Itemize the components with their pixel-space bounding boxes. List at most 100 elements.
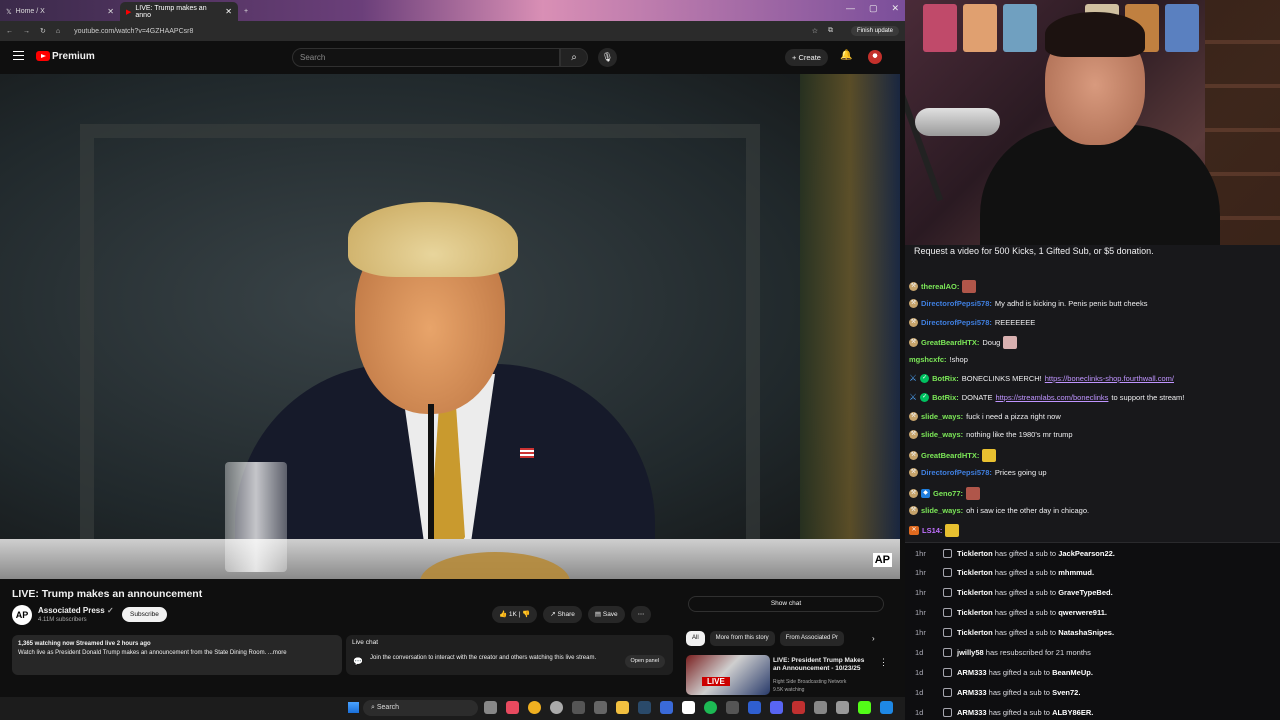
chat-username[interactable]: slide_ways:	[921, 430, 963, 439]
share-button[interactable]: ↗ Share	[543, 606, 582, 623]
chat-username[interactable]: therealAO:	[921, 282, 959, 291]
app-icon[interactable]	[660, 701, 673, 714]
create-button[interactable]: + Create	[785, 49, 828, 66]
chat-username[interactable]: mgshcxfc:	[909, 355, 947, 364]
reload-icon[interactable]: ↻	[40, 27, 46, 35]
address-bar: ← → ↻ ⌂ youtube.com/watch?v=4GZHAAPCsr8 …	[0, 21, 905, 41]
chat-username[interactable]: Geno77:	[933, 489, 963, 498]
app-icon[interactable]	[836, 701, 849, 714]
gift-icon	[943, 608, 952, 618]
verified-icon: ✓	[106, 606, 114, 615]
thumbs-down-icon[interactable]: 👎	[522, 611, 530, 618]
search-icon[interactable]: ⌕	[560, 48, 588, 67]
open-panel-button[interactable]: Open panel	[624, 655, 665, 668]
chat-username[interactable]: slide_ways:	[921, 506, 963, 515]
close-tab-icon[interactable]: ✕	[225, 7, 232, 16]
emote-icon	[962, 280, 977, 293]
kick-icon[interactable]	[858, 701, 871, 714]
chat-message: ⚔ ✓ BotRix: DONATE https://streamlabs.com/bo…	[909, 391, 1184, 402]
youtube-logo-icon[interactable]	[36, 51, 50, 61]
menu-icon[interactable]	[13, 51, 24, 60]
emote-icon	[1003, 336, 1018, 350]
tab-youtube-live[interactable]: ▶ LIVE: Trump makes an anno ✕	[120, 2, 238, 21]
chat-text: nothing like the 1980's mr trump	[966, 430, 1073, 440]
microphone-icon[interactable]: 🎙	[598, 48, 617, 67]
like-button[interactable]: 👍 1K | 👎	[492, 606, 538, 623]
chat-username[interactable]: BotRix:	[932, 393, 959, 402]
emote-icon	[982, 449, 997, 463]
show-chat-button[interactable]: Show chat	[688, 596, 884, 612]
home-icon[interactable]: ⌂	[56, 28, 60, 35]
minimize-icon[interactable]: —	[846, 3, 855, 14]
notifications-bell-icon[interactable]: 🔔	[840, 50, 852, 61]
forward-icon[interactable]: →	[23, 28, 30, 35]
founder-badge-icon: ✕	[909, 526, 919, 536]
app-icon[interactable]	[506, 701, 519, 714]
chat-username[interactable]: GreatBeardHTX:	[921, 451, 979, 460]
app-icon[interactable]	[726, 701, 739, 714]
chevron-right-icon[interactable]: ›	[872, 634, 875, 643]
video-player[interactable]: AP	[0, 74, 900, 579]
finish-update-button[interactable]: Finish update	[850, 26, 899, 36]
taskbar-search[interactable]: ⌕ Search	[363, 700, 478, 716]
chat-message: ⚒ slide_ways: fuck i need a pizza right no…	[909, 411, 1061, 421]
app-icon[interactable]	[682, 701, 695, 714]
chat-username[interactable]: DirectorofPepsi578:	[921, 468, 992, 477]
event-text: ARM333 has gifted a sub to Sven72.	[957, 687, 1081, 697]
moderator-badge-icon: ⚔	[909, 391, 918, 402]
close-window-icon[interactable]: ✕	[891, 3, 899, 14]
account-avatar[interactable]	[868, 50, 882, 64]
description-box[interactable]: 1,365 watching now Streamed live 2 hours…	[12, 635, 342, 675]
file-explorer-icon[interactable]	[616, 701, 629, 714]
url-field[interactable]: youtube.com/watch?v=4GZHAAPCsr8	[74, 28, 193, 35]
chrome-icon[interactable]	[528, 701, 541, 714]
chat-text: REEEEEEE	[994, 317, 1036, 327]
app-icon[interactable]	[880, 701, 893, 714]
sub-event-row: 1hr Ticklerton has gifted a sub to mhmmud…	[905, 563, 1280, 583]
windows-start-icon[interactable]	[348, 702, 359, 713]
task-view-icon[interactable]	[484, 701, 497, 714]
extensions-icon[interactable]: ⧉	[828, 27, 833, 35]
more-actions-icon[interactable]: ⋯	[630, 606, 652, 623]
app-icon[interactable]	[814, 701, 827, 714]
recommendation-views: 9.5K watching	[773, 687, 805, 693]
recommendation-title[interactable]: LIVE: President Trump Makes an Announcem…	[773, 657, 873, 673]
channel-avatar[interactable]: AP	[12, 605, 32, 625]
new-tab-button[interactable]: +	[238, 2, 258, 21]
app-icon[interactable]	[748, 701, 761, 714]
chat-link[interactable]: https://streamlabs.com/boneclinks	[995, 393, 1108, 402]
close-tab-icon[interactable]: ✕	[107, 7, 114, 16]
steam-icon[interactable]	[638, 701, 651, 714]
app-icon[interactable]	[792, 701, 805, 714]
tab-home-x[interactable]: 𝕏 Home / X ✕	[0, 2, 120, 21]
chip-more-from-story[interactable]: More from this story	[709, 631, 775, 646]
chat-message: ⚒ therealAO:	[909, 280, 977, 293]
poster	[1165, 4, 1199, 52]
emote-icon	[966, 486, 981, 500]
chip-from-associated-press[interactable]: From Associated Pr	[779, 631, 845, 646]
channel-name[interactable]: Associated Press ✓	[38, 606, 114, 615]
settings-icon[interactable]	[550, 701, 563, 714]
chat-username[interactable]: LS14:	[922, 526, 942, 535]
app-icon[interactable]	[594, 701, 607, 714]
chip-all[interactable]: All	[686, 631, 705, 646]
chat-username[interactable]: BotRix:	[932, 374, 959, 383]
chat-link[interactable]: https://boneclinks-shop.fourthwall.com/	[1045, 374, 1174, 383]
chat-username[interactable]: DirectorofPepsi578:	[921, 299, 992, 308]
spotify-icon[interactable]	[704, 701, 717, 714]
search-input[interactable]: Search	[292, 48, 560, 67]
video-description: Watch live as President Donald Trump mak…	[18, 650, 287, 656]
recommendation-thumbnail[interactable]: LIVE	[686, 655, 770, 695]
chat-username[interactable]: DirectorofPepsi578:	[921, 318, 992, 327]
chat-username[interactable]: GreatBeardHTX:	[921, 338, 979, 347]
youtube-premium-label: Premium	[52, 51, 95, 62]
maximize-icon[interactable]: ▢	[869, 3, 878, 14]
save-button[interactable]: ▤ Save	[587, 606, 625, 623]
subscribe-button[interactable]: Subscribe	[122, 607, 167, 622]
discord-icon[interactable]	[770, 701, 783, 714]
chat-username[interactable]: slide_ways:	[921, 412, 963, 421]
more-options-icon[interactable]: ⋮	[879, 657, 888, 668]
app-icon[interactable]	[572, 701, 585, 714]
bookmark-star-icon[interactable]: ☆	[812, 27, 818, 35]
back-icon[interactable]: ←	[6, 28, 13, 35]
